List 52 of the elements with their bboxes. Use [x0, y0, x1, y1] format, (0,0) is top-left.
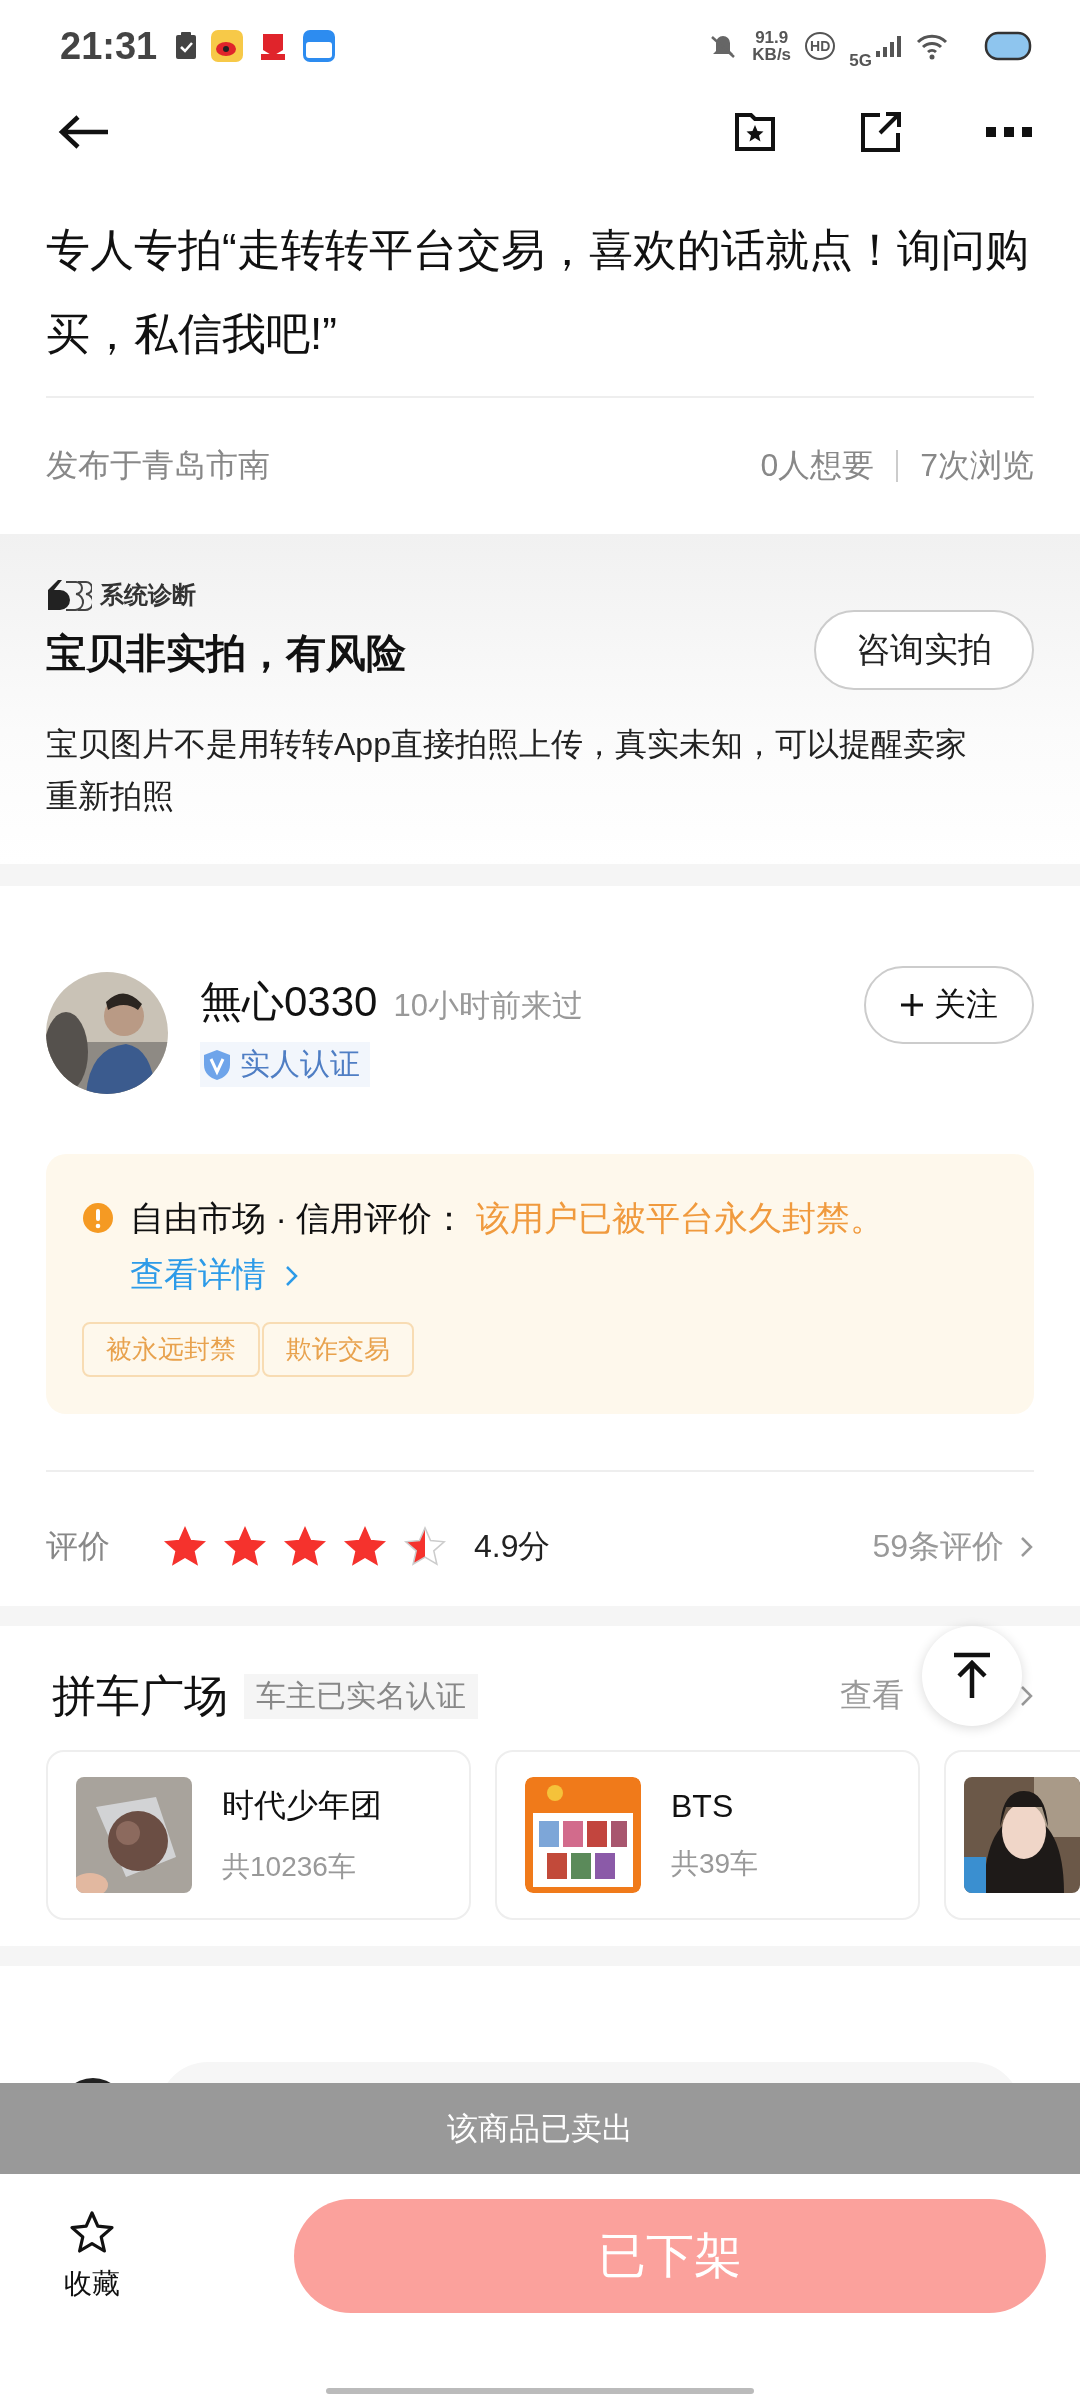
hd-badge: HD [805, 32, 836, 60]
credit-notice: 自由市场 · 信用评价： 该用户已被平台永久封禁。 查看详情 [130, 1198, 885, 1295]
carpool-card[interactable]: 时代少年团 共10236车 [46, 1750, 471, 1920]
views-count: 7次浏览 [920, 446, 1034, 485]
diagnosis-title: 宝贝非实拍，有风险 [46, 630, 406, 677]
car-count: 共10236车 [222, 1850, 357, 1884]
section-title: 拼车广场 [52, 1669, 228, 1722]
chevron-icon [1020, 1535, 1034, 1559]
back-to-top-button[interactable] [922, 1626, 1022, 1726]
rating-score: 4.9分 [474, 1527, 551, 1566]
diagnosis-label: 系统诊断 [100, 580, 196, 610]
diagnosis-text: 宝贝图片不是用转转App直接拍照上传，真实未知，可以提醒卖家重新拍照 [46, 725, 968, 816]
chevron-icon [285, 1264, 300, 1288]
share-icon[interactable] [860, 111, 902, 153]
signal-icon [876, 33, 902, 59]
back-icon[interactable] [58, 114, 110, 150]
car-count: 共39车 [671, 1846, 759, 1881]
status-tag: 欺诈交易 [262, 1322, 414, 1377]
battery-icon [984, 31, 1032, 61]
shield-icon [202, 1048, 232, 1081]
rating-label: 评价 [46, 1527, 111, 1566]
location-text: 发布于青岛市南 [46, 446, 270, 485]
seller-name: 無心0330 [200, 977, 378, 1027]
wifi-icon [916, 32, 948, 60]
verified-badge: 实人认证 [200, 1042, 370, 1087]
network-type: 5G [849, 51, 872, 71]
favorite-folder-icon[interactable] [734, 112, 776, 152]
ask-real-photo-button[interactable]: 咨询实拍 [814, 610, 1034, 690]
brand-logo-icon [46, 578, 92, 612]
chevron-icon [1020, 1684, 1034, 1708]
arrow-up-icon [952, 1652, 992, 1700]
network-speed: 91.9 [755, 29, 789, 46]
last-seen-text: 10小时前来过 [393, 987, 583, 1025]
more-icon[interactable] [986, 126, 1032, 138]
network-speed-unit: KB/s [752, 46, 792, 63]
carpool-card[interactable] [944, 1750, 1080, 1920]
app-notification-icon [303, 30, 336, 62]
item-description: 专人专拍“走转转平台交易，喜欢的话就点！询问购买，私信我吧!” [46, 172, 1034, 398]
wants-count: 0人想要 [760, 446, 875, 485]
status-time: 21:31 [60, 24, 158, 68]
favorite-button[interactable]: 收藏 [64, 2209, 120, 2303]
warning-icon [82, 1202, 114, 1234]
app-notification-icon [211, 30, 244, 62]
group-name: BTS [671, 1787, 735, 1825]
verified-owner-badge: 车主已实名认证 [244, 1673, 478, 1719]
follow-button[interactable]: 关注 [864, 966, 1034, 1044]
sold-toast: 该商品已卖出 [0, 2083, 1080, 2174]
carpool-card[interactable]: BTS 共39车 [495, 1750, 920, 1920]
status-tag: 被永远封禁 [82, 1322, 260, 1377]
plus-icon [900, 993, 924, 1017]
clipboard-icon [175, 32, 198, 60]
group-name: 时代少年团 [222, 1786, 382, 1825]
